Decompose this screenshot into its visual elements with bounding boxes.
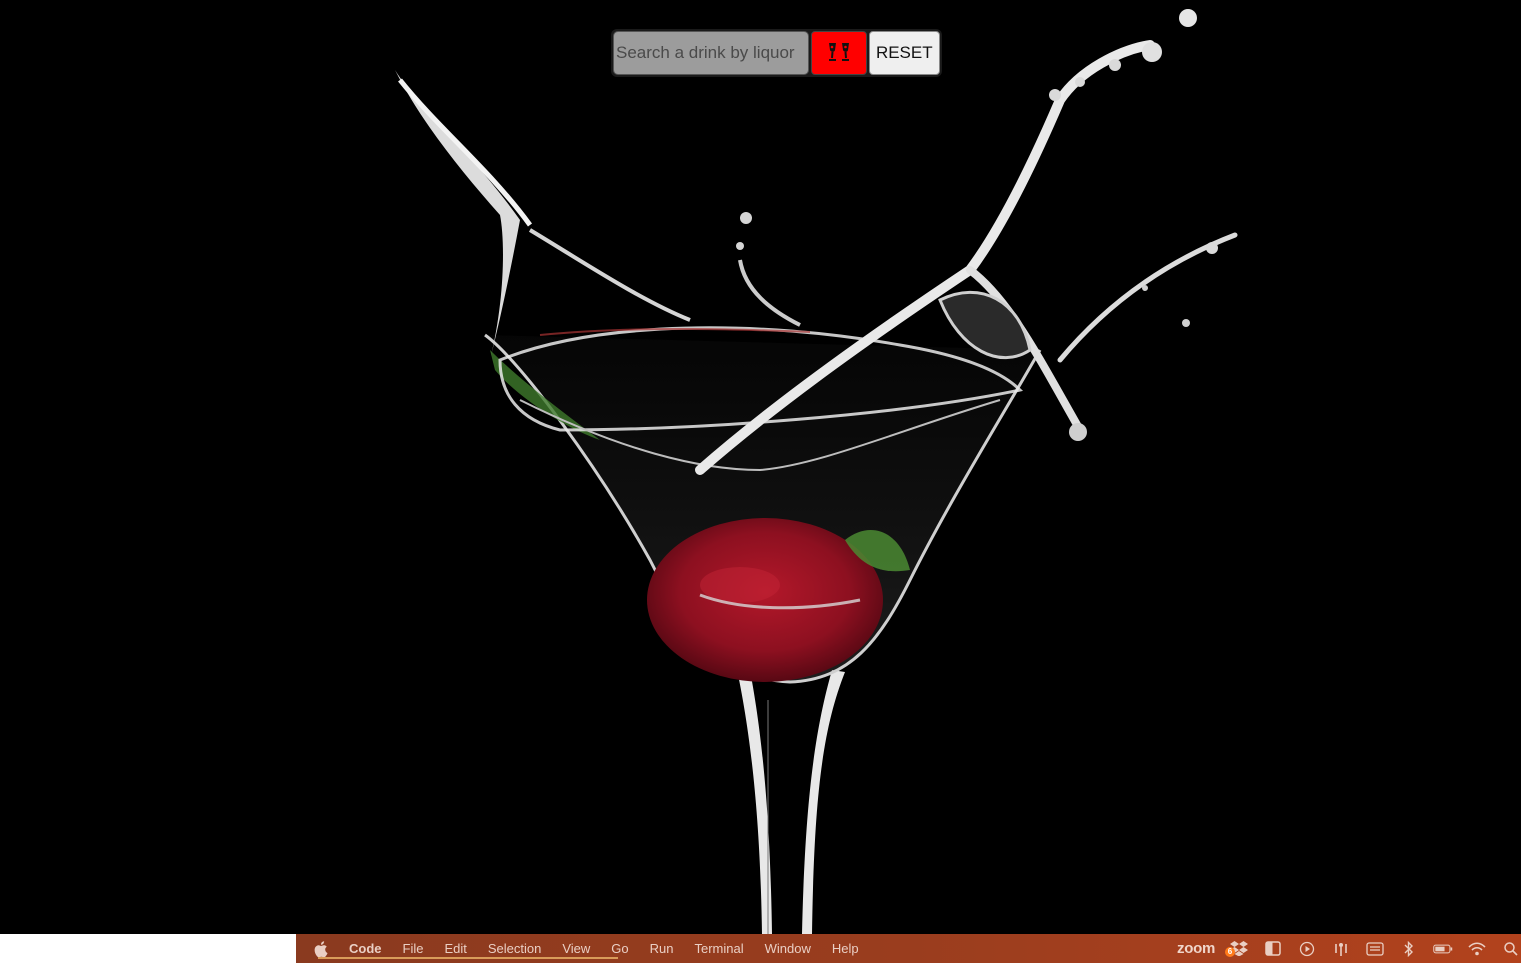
- menu-app-name[interactable]: Code: [349, 941, 382, 956]
- play-icon[interactable]: [1297, 941, 1317, 957]
- menu-go[interactable]: Go: [611, 941, 628, 956]
- bluetooth-icon[interactable]: [1399, 940, 1419, 957]
- search-bar: RESET: [611, 29, 942, 77]
- keyboard-icon[interactable]: [1365, 941, 1385, 957]
- active-menu-indicator: [318, 957, 618, 959]
- search-icon[interactable]: [1501, 941, 1521, 957]
- wifi-icon[interactable]: [1467, 941, 1487, 957]
- page: RESET Code File Edit Selection View Go R…: [0, 0, 1521, 963]
- menu-run[interactable]: Run: [650, 941, 674, 956]
- search-button[interactable]: [811, 31, 867, 75]
- menu-help[interactable]: Help: [832, 941, 859, 956]
- desktop-background-strip: [0, 934, 296, 963]
- menu-terminal[interactable]: Terminal: [695, 941, 744, 956]
- menu-edit[interactable]: Edit: [444, 941, 466, 956]
- menu-file[interactable]: File: [403, 941, 424, 956]
- dropbox-badge: 6: [1225, 946, 1235, 957]
- martini-splash-image: [0, 0, 1521, 934]
- zoom-status-item[interactable]: zoom: [1177, 940, 1215, 957]
- sidebar-icon[interactable]: [1263, 941, 1283, 957]
- search-input[interactable]: [613, 31, 809, 75]
- dropbox-icon[interactable]: 6: [1225, 941, 1249, 957]
- apple-menu-icon[interactable]: [314, 940, 330, 957]
- menubar-tray: zoom 6: [1177, 934, 1521, 963]
- broadcast-icon[interactable]: [1331, 941, 1351, 957]
- menu-selection[interactable]: Selection: [488, 941, 541, 956]
- menu-view[interactable]: View: [562, 941, 590, 956]
- battery-icon[interactable]: [1433, 941, 1453, 957]
- reset-button[interactable]: RESET: [868, 31, 940, 75]
- cheers-glasses-icon: [826, 41, 852, 66]
- menu-window[interactable]: Window: [765, 941, 811, 956]
